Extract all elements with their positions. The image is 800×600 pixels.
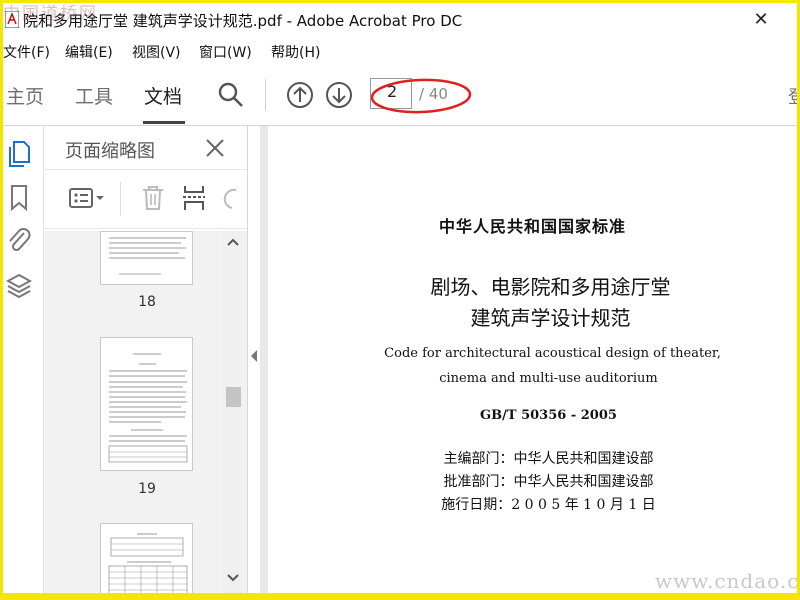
standard-heading: 中华人民共和国国家标准 bbox=[438, 217, 626, 236]
main-toolbar: 主页 工具 文档 2 / 40 登 bbox=[3, 65, 797, 126]
delete-page-icon[interactable] bbox=[140, 184, 166, 212]
scroll-up-icon[interactable] bbox=[226, 237, 240, 247]
page-thumbnail-19[interactable] bbox=[100, 337, 193, 471]
rotate-page-icon[interactable] bbox=[222, 184, 240, 212]
thumbnail-scrollbar[interactable] bbox=[222, 231, 242, 593]
effective-date: 施行日期：2 0 0 5 年 1 0 月 1 日 bbox=[441, 497, 656, 513]
menu-window[interactable]: 窗口(W) bbox=[199, 42, 252, 62]
page-thumbnails-icon[interactable] bbox=[7, 140, 31, 168]
acrobat-app-icon bbox=[5, 11, 19, 28]
active-tab-indicator bbox=[143, 121, 185, 124]
editor-department: 主编部门：中华人民共和国建设部 bbox=[443, 451, 654, 467]
english-title-line2: cinema and multi-use auditorium bbox=[439, 371, 658, 386]
tool-divider bbox=[120, 182, 121, 216]
page-thumbnail-20[interactable] bbox=[100, 523, 193, 593]
thumbnail-page-number: 18 bbox=[138, 294, 156, 310]
thumbnail-text-lines bbox=[108, 353, 188, 463]
title-bar: 中国道桥网 院和多用途厅堂 建筑声学设计规范.pdf - Adobe Acrob… bbox=[3, 3, 797, 37]
scroll-down-icon[interactable] bbox=[226, 573, 240, 583]
attachment-icon[interactable] bbox=[6, 226, 32, 254]
pdf-page: 中华人民共和国国家标准 剧场、电影院和多用途厅堂 建筑声学设计规范 Code f… bbox=[268, 126, 797, 593]
thumbnail-page-number: 19 bbox=[138, 481, 156, 497]
document-title-line1: 剧场、电影院和多用途厅堂 bbox=[430, 275, 671, 299]
menu-view[interactable]: 视图(V) bbox=[132, 42, 181, 62]
page-thumbnails-panel: 页面缩略图 18 19 bbox=[44, 126, 248, 593]
panel-title: 页面缩略图 bbox=[65, 141, 155, 162]
menu-bar: 文件(F) 编辑(E) 视图(V) 窗口(W) 帮助(H) bbox=[3, 38, 797, 64]
options-menu-icon[interactable] bbox=[68, 186, 106, 212]
acrobat-window: 中国道桥网 院和多用途厅堂 建筑声学设计规范.pdf - Adobe Acrob… bbox=[3, 3, 797, 593]
layers-icon[interactable] bbox=[6, 272, 32, 302]
thumbnail-list: 18 19 bbox=[44, 231, 247, 593]
navigation-rail bbox=[3, 126, 44, 593]
next-page-icon[interactable] bbox=[325, 81, 353, 109]
sign-in-label[interactable]: 登 bbox=[788, 83, 797, 109]
extract-page-icon[interactable] bbox=[181, 184, 207, 212]
site-watermark: www.cndao.com bbox=[655, 569, 797, 593]
search-icon[interactable] bbox=[217, 81, 245, 109]
thumbnail-table-lines bbox=[108, 533, 188, 593]
document-title-line2: 建筑声学设计规范 bbox=[470, 306, 631, 330]
toolbar-divider bbox=[265, 79, 266, 111]
bookmark-icon[interactable] bbox=[9, 184, 29, 212]
collapse-panel-icon[interactable] bbox=[248, 346, 260, 366]
menu-edit[interactable]: 编辑(E) bbox=[65, 42, 113, 62]
previous-page-icon[interactable] bbox=[286, 81, 314, 109]
menu-file[interactable]: 文件(F) bbox=[3, 42, 50, 62]
window-title: 院和多用途厅堂 建筑声学设计规范.pdf - Adobe Acrobat Pro… bbox=[23, 12, 463, 30]
annotation-circle bbox=[370, 78, 472, 114]
close-panel-icon[interactable] bbox=[203, 136, 227, 160]
menu-help[interactable]: 帮助(H) bbox=[271, 42, 320, 62]
window-close-button[interactable]: ✕ bbox=[748, 7, 774, 33]
english-title-line1: Code for architectural acoustical design… bbox=[384, 346, 721, 361]
thumbnail-text-lines bbox=[109, 237, 186, 275]
tab-document[interactable]: 文档 bbox=[144, 82, 182, 109]
document-view: 中华人民共和国国家标准 剧场、电影院和多用途厅堂 建筑声学设计规范 Code f… bbox=[260, 126, 797, 593]
tab-home[interactable]: 主页 bbox=[6, 82, 44, 109]
scrollbar-thumb[interactable] bbox=[226, 387, 241, 407]
standard-code: GB/T 50356 - 2005 bbox=[480, 408, 617, 423]
page-thumbnail-18[interactable] bbox=[100, 231, 193, 285]
thumbnail-toolbar bbox=[44, 169, 247, 229]
tab-tools[interactable]: 工具 bbox=[75, 82, 113, 109]
approver-department: 批准部门：中华人民共和国建设部 bbox=[443, 474, 654, 490]
